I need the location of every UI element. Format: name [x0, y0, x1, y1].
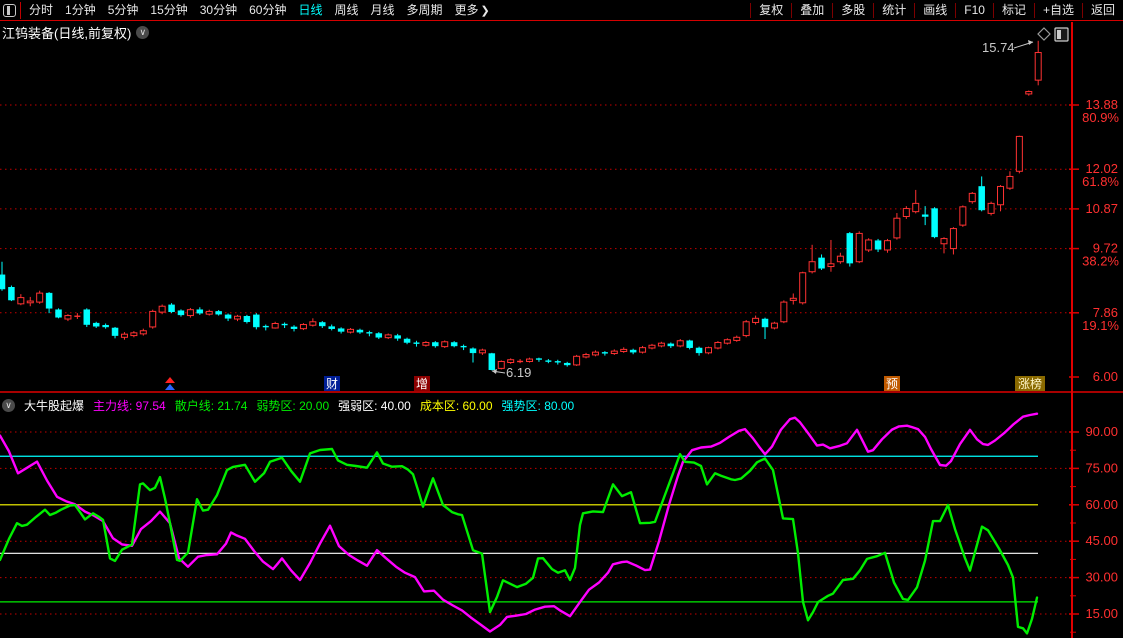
stock-title-row: 江钨装备(日线,前复权) ∨ — [2, 23, 149, 42]
tool-button-画线[interactable]: 画线 — [915, 0, 955, 20]
legend-item-0: 主力线: 97.54 — [93, 397, 166, 414]
split-view-icon[interactable] — [3, 4, 16, 17]
svg-text:19.1%: 19.1% — [1082, 318, 1119, 333]
svg-text:75.00: 75.00 — [1085, 460, 1118, 475]
tool-button-统计[interactable]: 统计 — [874, 0, 914, 20]
indicator-header: ∨ 大牛股起爆 主力线: 97.54 散户线: 21.74 弱势区: 20.00 强弱… — [2, 397, 583, 414]
svg-text:38.2%: 38.2% — [1082, 254, 1119, 269]
indicator-legend: 主力线: 97.54 散户线: 21.74 弱势区: 20.00 强弱区: 40.00… — [93, 397, 583, 414]
svg-text:90.00: 90.00 — [1085, 424, 1118, 439]
legend-item-2: 弱势区: 20.00 — [256, 397, 329, 414]
svg-text:15.00: 15.00 — [1085, 606, 1118, 621]
chevron-down-circle-icon[interactable]: ∨ — [2, 399, 15, 412]
legend-item-3: 强弱区: 40.00 — [338, 397, 411, 414]
menu-item-9[interactable]: 多周期 — [401, 0, 449, 20]
app-window: 分时1分钟5分钟15分钟30分钟60分钟日线周线月线多周期更多❯ 复权叠加多股统… — [0, 0, 1123, 638]
signal-red-triangle-icon — [165, 377, 175, 383]
menu-item-6[interactable]: 日线 — [292, 0, 328, 20]
tool-button-返回[interactable]: 返回 — [1083, 0, 1123, 20]
indicator-line-主力线 — [0, 414, 1037, 632]
tool-button-F10[interactable]: F10 — [956, 0, 993, 20]
svg-text:30.00: 30.00 — [1085, 570, 1118, 585]
main-gridlines — [0, 105, 1072, 313]
signal-blue-triangle-icon — [165, 384, 175, 390]
period-menu: 分时1分钟5分钟15分钟30分钟60分钟日线周线月线多周期更多❯ — [23, 0, 496, 20]
svg-text:61.8%: 61.8% — [1082, 174, 1119, 189]
indicator-name: 大牛股起爆 — [24, 397, 84, 414]
svg-text:财: 财 — [326, 377, 338, 391]
indicator-panel: 90.00 75.00 60.00 45.00 30.00 15.00 — [0, 414, 1118, 634]
svg-text:60.00: 60.00 — [1085, 497, 1118, 512]
menu-item-5[interactable]: 60分钟 — [243, 0, 292, 20]
event-markers: 财 增 预 涨榜 — [165, 376, 1045, 391]
tool-button-叠加[interactable]: 叠加 — [792, 0, 832, 20]
diamond-icon — [1038, 28, 1050, 40]
tool-button-复权[interactable]: 复权 — [751, 0, 791, 20]
tool-button-+自选[interactable]: +自选 — [1035, 0, 1082, 20]
svg-text:6.00: 6.00 — [1093, 369, 1118, 384]
stock-title: 江钨装备(日线,前复权) — [2, 23, 131, 42]
legend-item-4: 成本区: 60.00 — [420, 397, 493, 414]
menubar-divider — [20, 2, 21, 19]
svg-text:预: 预 — [886, 377, 898, 391]
svg-text:增: 增 — [416, 377, 428, 391]
svg-text:45.00: 45.00 — [1085, 533, 1118, 548]
menu-item-10[interactable]: 更多❯ — [449, 0, 496, 21]
chevron-down-circle-icon[interactable]: ∨ — [136, 26, 149, 39]
page-icon — [1055, 28, 1068, 41]
chevron-right-icon: ❯ — [481, 5, 490, 17]
svg-text:80.9%: 80.9% — [1082, 110, 1119, 125]
svg-text:6.19: 6.19 — [506, 365, 531, 380]
tools-menu: 复权叠加多股统计画线F10标记+自选返回 — [750, 0, 1123, 20]
svg-text:15.74: 15.74 — [982, 40, 1015, 55]
top-menubar: 分时1分钟5分钟15分钟30分钟60分钟日线周线月线多周期更多❯ 复权叠加多股统… — [0, 0, 1123, 21]
menu-item-7[interactable]: 周线 — [328, 0, 364, 20]
menu-item-3[interactable]: 15分钟 — [144, 0, 193, 20]
tool-button-多股[interactable]: 多股 — [833, 0, 873, 20]
menu-item-2[interactable]: 5分钟 — [102, 0, 145, 20]
menu-item-4[interactable]: 30分钟 — [194, 0, 243, 20]
legend-item-5: 强势区: 80.00 — [502, 397, 575, 414]
candle-series — [0, 41, 1041, 371]
price-annotations: 15.74 6.19 — [492, 40, 1033, 380]
legend-item-1: 散户线: 21.74 — [175, 397, 248, 414]
chart-canvas[interactable]: 财增预涨榜15.746.1913.8880.9%12.0261.8%10.879… — [0, 20, 1123, 638]
svg-text:涨榜: 涨榜 — [1018, 376, 1042, 391]
svg-text:10.87: 10.87 — [1085, 201, 1118, 216]
tool-button-标记[interactable]: 标记 — [994, 0, 1034, 20]
menu-item-8[interactable]: 月线 — [365, 0, 401, 20]
menu-item-0[interactable]: 分时 — [23, 0, 59, 20]
menu-item-1[interactable]: 1分钟 — [59, 0, 102, 20]
